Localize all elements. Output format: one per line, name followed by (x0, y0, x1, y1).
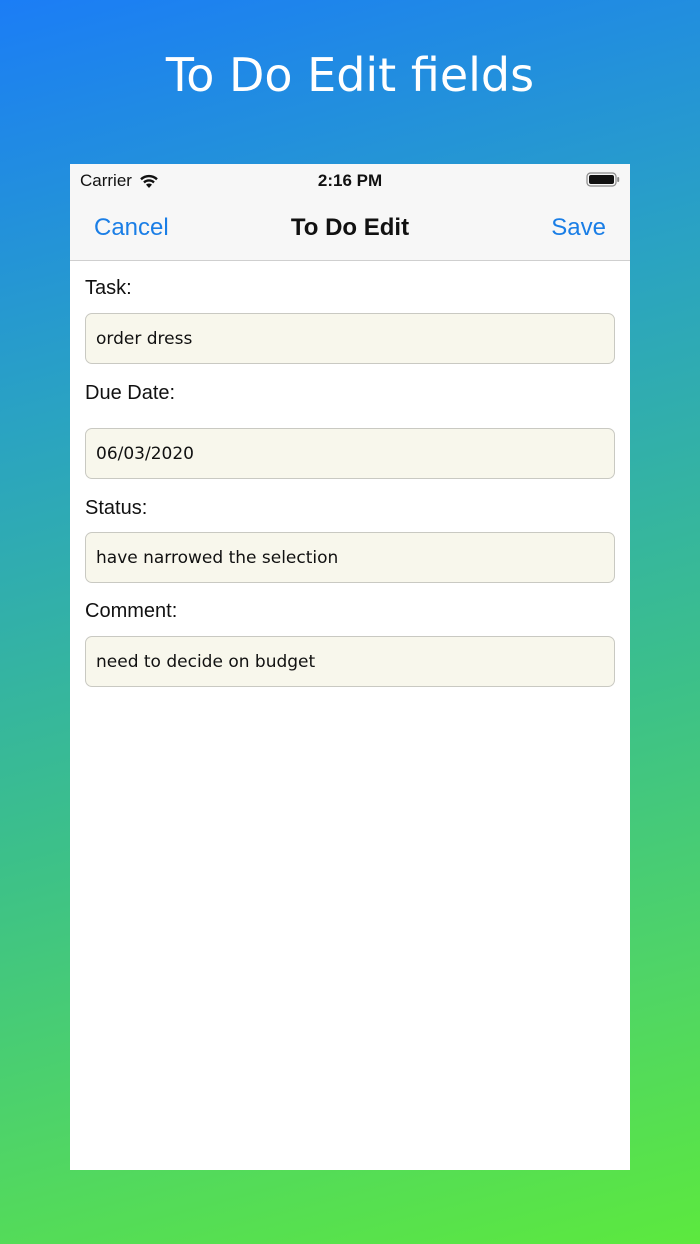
save-button[interactable]: Save (551, 214, 606, 242)
status-bar: Carrier 2:16 PM (70, 164, 630, 198)
task-label: Task: (85, 277, 132, 299)
status-time: 2:16 PM (317, 171, 383, 190)
battery-icon (586, 172, 620, 187)
comment-label: Comment: (85, 600, 178, 622)
status-label: Status: (85, 497, 148, 519)
due-date-label: Due Date: (85, 382, 176, 404)
navigation-bar: Cancel To Do Edit Save (70, 198, 630, 261)
promo-title: To Do Edit fields (165, 48, 535, 102)
comment-field[interactable] (85, 636, 615, 687)
due-date-field[interactable] (85, 428, 615, 479)
task-field[interactable] (85, 313, 615, 364)
phone-screen: Carrier 2:16 PM Cancel To Do Edit Save T… (70, 164, 630, 1170)
status-field[interactable] (85, 532, 615, 583)
page-title: To Do Edit (290, 214, 410, 241)
